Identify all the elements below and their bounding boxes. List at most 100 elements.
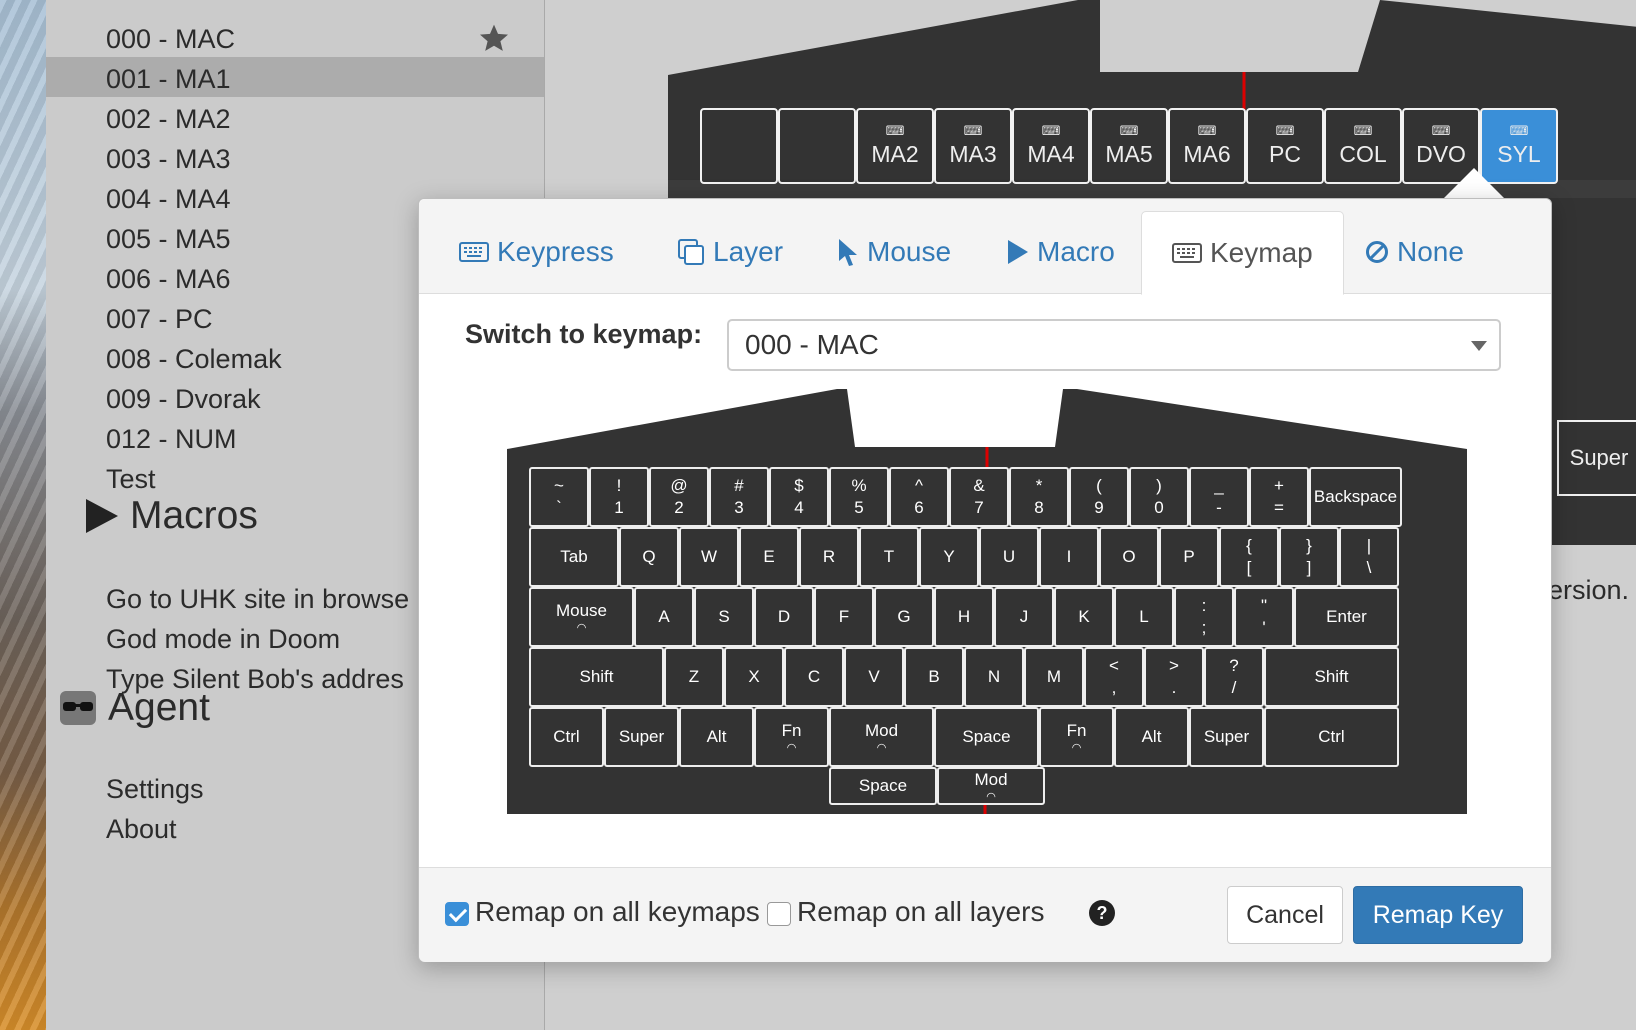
key-sym[interactable]: & 7	[949, 467, 1009, 527]
key-n[interactable]: N	[964, 647, 1024, 707]
remap-all-keymaps-label[interactable]: Remap on all keymaps	[475, 896, 760, 928]
key-l[interactable]: L	[1114, 587, 1174, 647]
key-b[interactable]: B	[904, 647, 964, 707]
key-sym[interactable]: ? /	[1204, 647, 1264, 707]
key-alt[interactable]: Alt	[679, 707, 754, 767]
sidebar-keymap-item[interactable]: 004 - MA4	[106, 180, 231, 220]
sidebar-agent-item[interactable]: About	[106, 810, 177, 850]
tab-macro[interactable]: Macro	[1007, 211, 1115, 293]
sidebar-keymap-item[interactable]: 005 - MA5	[106, 220, 231, 260]
bg-key-keymap-switch[interactable]: ⌨ MA3	[934, 108, 1012, 184]
key-w[interactable]: W	[679, 527, 739, 587]
bg-key-keymap-switch[interactable]: ⌨ MA2	[856, 108, 934, 184]
key-t[interactable]: T	[859, 527, 919, 587]
sidebar-keymap-item[interactable]: 000 - MAC	[106, 20, 235, 60]
tab-none[interactable]: None	[1365, 211, 1464, 293]
bg-key-super[interactable]: Super	[1557, 420, 1636, 496]
key-alt[interactable]: Alt	[1114, 707, 1189, 767]
key-ctrl[interactable]: Ctrl	[1264, 707, 1399, 767]
tab-keymap[interactable]: Keymap	[1141, 211, 1344, 295]
key-c[interactable]: C	[784, 647, 844, 707]
key-shift[interactable]: Shift	[529, 647, 664, 707]
key-s[interactable]: S	[694, 587, 754, 647]
sidebar-macro-item[interactable]: Go to UHK site in browse	[106, 580, 452, 620]
key-p[interactable]: P	[1159, 527, 1219, 587]
key-sym[interactable]: #3	[709, 467, 769, 527]
key-y[interactable]: Y	[919, 527, 979, 587]
sidebar-keymap-item[interactable]: 008 - Colemak	[106, 340, 282, 380]
key-sym[interactable]: + =	[1249, 467, 1309, 527]
tab-mouse[interactable]: Mouse	[837, 211, 951, 293]
key-z[interactable]: Z	[664, 647, 724, 707]
key-sym[interactable]: _ -	[1189, 467, 1249, 527]
bg-key-empty[interactable]	[778, 108, 856, 184]
key-sym[interactable]: >.	[1144, 647, 1204, 707]
key-sym[interactable]: :;	[1174, 587, 1234, 647]
key-tab[interactable]: Tab	[529, 527, 619, 587]
sidebar-keymap-item[interactable]: 003 - MA3	[106, 140, 231, 180]
key-sym[interactable]: ! 1	[589, 467, 649, 527]
key-enter[interactable]: Enter	[1294, 587, 1399, 647]
bg-key-keymap-switch[interactable]: ⌨ MA6	[1168, 108, 1246, 184]
key-backspace[interactable]: Backspace	[1309, 467, 1402, 527]
key-sym[interactable]: }]	[1279, 527, 1339, 587]
key-mouse[interactable]: Mouse ◠	[529, 587, 634, 647]
tab-layer[interactable]: Layer	[677, 211, 783, 293]
key-fn[interactable]: Fn ◠	[1039, 707, 1114, 767]
tab-keypress[interactable]: Keypress	[459, 211, 614, 293]
key-u[interactable]: U	[979, 527, 1039, 587]
key-mod[interactable]: Mod ◠	[829, 707, 934, 767]
key-m[interactable]: M	[1024, 647, 1084, 707]
key-sym[interactable]: ^ 6	[889, 467, 949, 527]
key-i[interactable]: I	[1039, 527, 1099, 587]
key-e[interactable]: E	[739, 527, 799, 587]
key-super[interactable]: Super	[1189, 707, 1264, 767]
sidebar-agent-item[interactable]: Settings	[106, 770, 204, 810]
sidebar-keymap-item[interactable]: 001 - MA1	[106, 60, 231, 100]
key-f[interactable]: F	[814, 587, 874, 647]
help-icon[interactable]: ?	[1089, 900, 1115, 926]
key-sym[interactable]: ~ `	[529, 467, 589, 527]
key-shift[interactable]: Shift	[1264, 647, 1399, 707]
key-space[interactable]: Space	[934, 707, 1039, 767]
key-space[interactable]: Space	[829, 767, 937, 805]
key-q[interactable]: Q	[619, 527, 679, 587]
key-x[interactable]: X	[724, 647, 784, 707]
sidebar-macro-item[interactable]: God mode in Doom	[106, 620, 452, 660]
remap-all-layers-checkbox[interactable]	[767, 902, 791, 926]
key-mod[interactable]: Mod ◠	[937, 767, 1045, 805]
bg-key-keymap-switch[interactable]: ⌨ COL	[1324, 108, 1402, 184]
key-h[interactable]: H	[934, 587, 994, 647]
sidebar-keymap-item[interactable]: 006 - MA6	[106, 260, 231, 300]
star-icon[interactable]	[478, 22, 510, 54]
key-sym[interactable]: (9	[1069, 467, 1129, 527]
key-sym[interactable]: " '	[1234, 587, 1294, 647]
key-o[interactable]: O	[1099, 527, 1159, 587]
key-a[interactable]: A	[634, 587, 694, 647]
key-sym[interactable]: * 8	[1009, 467, 1069, 527]
remap-all-keymaps-checkbox[interactable]	[445, 902, 469, 926]
bg-key-keymap-switch[interactable]: ⌨ MA4	[1012, 108, 1090, 184]
key-sym[interactable]: | \	[1339, 527, 1399, 587]
key-super[interactable]: Super	[604, 707, 679, 767]
key-sym[interactable]: @2	[649, 467, 709, 527]
key-fn[interactable]: Fn ◠	[754, 707, 829, 767]
cancel-button[interactable]: Cancel	[1227, 886, 1343, 944]
key-r[interactable]: R	[799, 527, 859, 587]
bg-key-keymap-switch[interactable]: ⌨ MA5	[1090, 108, 1168, 184]
bg-key-empty[interactable]	[700, 108, 778, 184]
key-d[interactable]: D	[754, 587, 814, 647]
remap-all-layers-label[interactable]: Remap on all layers	[797, 896, 1044, 928]
key-ctrl[interactable]: Ctrl	[529, 707, 604, 767]
key-sym[interactable]: ) 0	[1129, 467, 1189, 527]
key-j[interactable]: J	[994, 587, 1054, 647]
sidebar-keymap-item[interactable]: 007 - PC	[106, 300, 213, 340]
key-k[interactable]: K	[1054, 587, 1114, 647]
keymap-select[interactable]: 000 - MAC	[727, 319, 1501, 371]
remap-key-button[interactable]: Remap Key	[1353, 886, 1523, 944]
key-sym[interactable]: % 5	[829, 467, 889, 527]
key-v[interactable]: V	[844, 647, 904, 707]
sidebar-keymap-item[interactable]: 012 - NUM	[106, 420, 237, 460]
sidebar-keymap-item[interactable]: 002 - MA2	[106, 100, 231, 140]
key-sym[interactable]: $4	[769, 467, 829, 527]
